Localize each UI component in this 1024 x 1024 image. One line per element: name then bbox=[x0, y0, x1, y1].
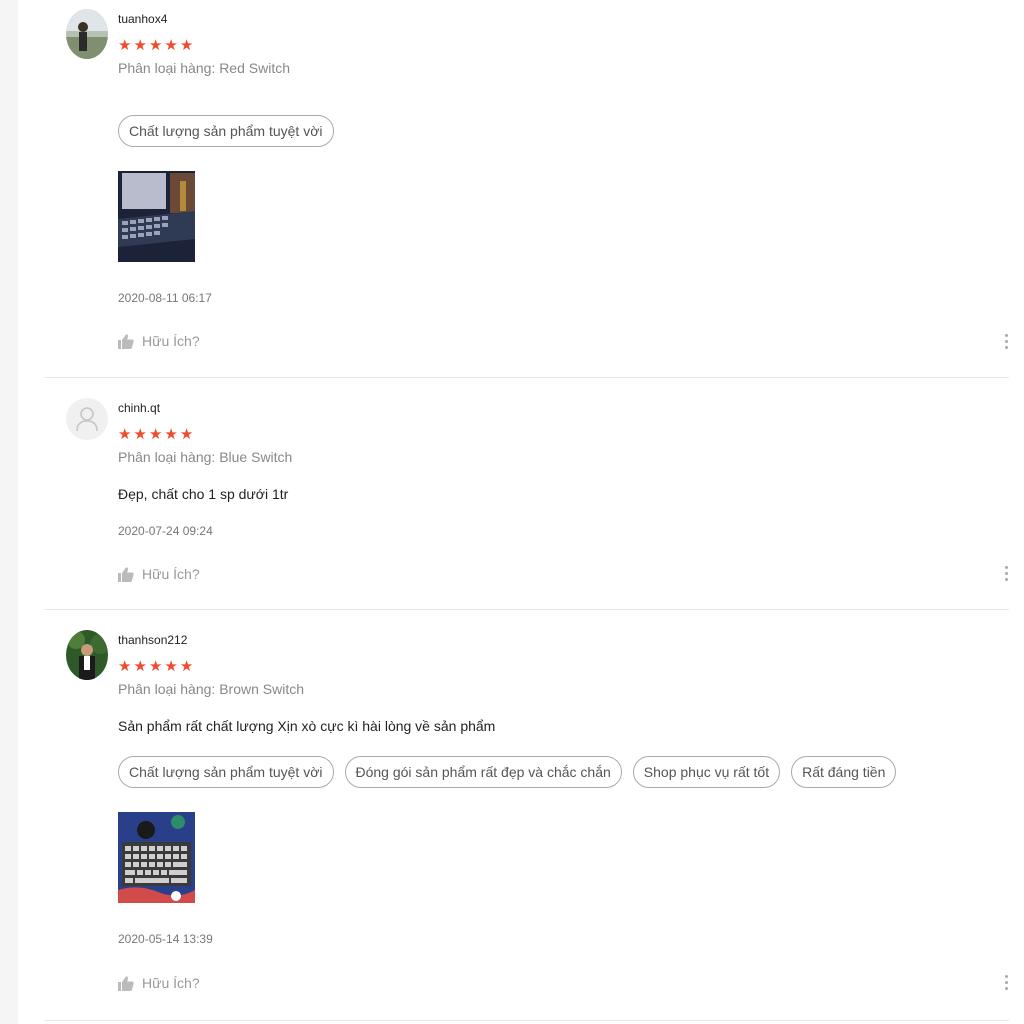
helpful-label: Hữu Ích? bbox=[142, 333, 200, 349]
star-icon: ★ bbox=[118, 426, 132, 443]
review-photo[interactable] bbox=[118, 171, 195, 262]
review-date: 2020-07-24 09:24 bbox=[118, 524, 213, 538]
star-icon: ★ bbox=[133, 426, 147, 443]
helpful-label: Hữu Ích? bbox=[142, 975, 200, 991]
helpful-label: Hữu Ích? bbox=[142, 566, 200, 582]
star-icon: ★ bbox=[148, 37, 163, 54]
rating-stars: ★ ★ ★ ★ ★ bbox=[118, 427, 193, 442]
review-item: tuanhox4 ★ ★ ★ ★ ★ Phân loại hàng: Red Switc… bbox=[44, 0, 1009, 378]
rating-stars: ★ ★ ★ ★ ★ bbox=[118, 659, 193, 674]
star-icon: ★ bbox=[179, 426, 194, 443]
review-photo[interactable] bbox=[118, 812, 195, 903]
star-icon: ★ bbox=[133, 658, 147, 675]
thumbs-up-icon bbox=[118, 975, 134, 991]
avatar-photo bbox=[66, 9, 108, 59]
helpful-button[interactable]: Hữu Ích? bbox=[118, 975, 200, 991]
avatar-photo bbox=[66, 630, 108, 680]
variant-label: Phân loại hàng: Blue Switch bbox=[118, 449, 293, 465]
left-gutter bbox=[0, 0, 18, 1024]
review-tag[interactable]: Chất lượng sản phẩm tuyệt vời bbox=[118, 756, 334, 788]
more-vertical-icon[interactable] bbox=[1003, 975, 1009, 990]
avatar[interactable] bbox=[66, 398, 108, 440]
variant-label: Phân loại hàng: Red Switch bbox=[118, 60, 290, 76]
star-icon: ★ bbox=[148, 426, 163, 443]
review-date: 2020-05-14 13:39 bbox=[118, 932, 213, 946]
review-tag[interactable]: Shop phục vụ rất tốt bbox=[632, 756, 781, 788]
helpful-button[interactable]: Hữu Ích? bbox=[118, 333, 200, 349]
username[interactable]: chinh.qt bbox=[118, 401, 160, 415]
thumbs-up-icon bbox=[118, 566, 134, 582]
username[interactable]: tuanhox4 bbox=[118, 12, 167, 26]
review-tags: Chất lượng sản phẩm tuyệt vời Đóng gói s… bbox=[118, 756, 897, 788]
more-vertical-icon[interactable] bbox=[1003, 334, 1009, 349]
review-date: 2020-08-11 06:17 bbox=[118, 291, 212, 305]
review-tags: Chất lượng sản phẩm tuyệt vời bbox=[118, 115, 334, 147]
star-icon: ★ bbox=[164, 658, 178, 675]
username[interactable]: thanhson212 bbox=[118, 633, 187, 647]
user-icon bbox=[66, 398, 108, 440]
star-icon: ★ bbox=[164, 426, 178, 443]
review-tag[interactable]: Rất đáng tiền bbox=[791, 756, 897, 788]
review-tag[interactable]: Đóng gói sản phẩm rất đẹp và chắc chắn bbox=[344, 756, 622, 788]
star-icon: ★ bbox=[118, 658, 132, 675]
rating-stars: ★ ★ ★ ★ ★ bbox=[118, 38, 193, 53]
star-icon: ★ bbox=[179, 37, 194, 54]
avatar[interactable] bbox=[66, 630, 108, 680]
variant-label: Phân loại hàng: Brown Switch bbox=[118, 681, 304, 697]
star-icon: ★ bbox=[133, 37, 147, 54]
review-tag[interactable]: Chất lượng sản phẩm tuyệt vời bbox=[118, 115, 334, 147]
star-icon: ★ bbox=[118, 37, 132, 54]
star-icon: ★ bbox=[148, 658, 163, 675]
avatar[interactable] bbox=[66, 9, 108, 59]
review-item: thanhson212 ★ ★ ★ ★ ★ Phân loại hàng: Brown … bbox=[44, 609, 1009, 1021]
review-comment: Sản phẩm rất chất lượng Xịn xò cực kì hà… bbox=[118, 718, 496, 734]
star-icon: ★ bbox=[179, 658, 194, 675]
helpful-button[interactable]: Hữu Ích? bbox=[118, 566, 200, 582]
more-vertical-icon[interactable] bbox=[1003, 566, 1009, 581]
review-item: chinh.qt ★ ★ ★ ★ ★ Phân loại hàng: Blue Swit… bbox=[44, 377, 1009, 610]
review-comment: Đẹp, chất cho 1 sp dưới 1tr bbox=[118, 486, 289, 502]
star-icon: ★ bbox=[164, 37, 178, 54]
thumbs-up-icon bbox=[118, 333, 134, 349]
